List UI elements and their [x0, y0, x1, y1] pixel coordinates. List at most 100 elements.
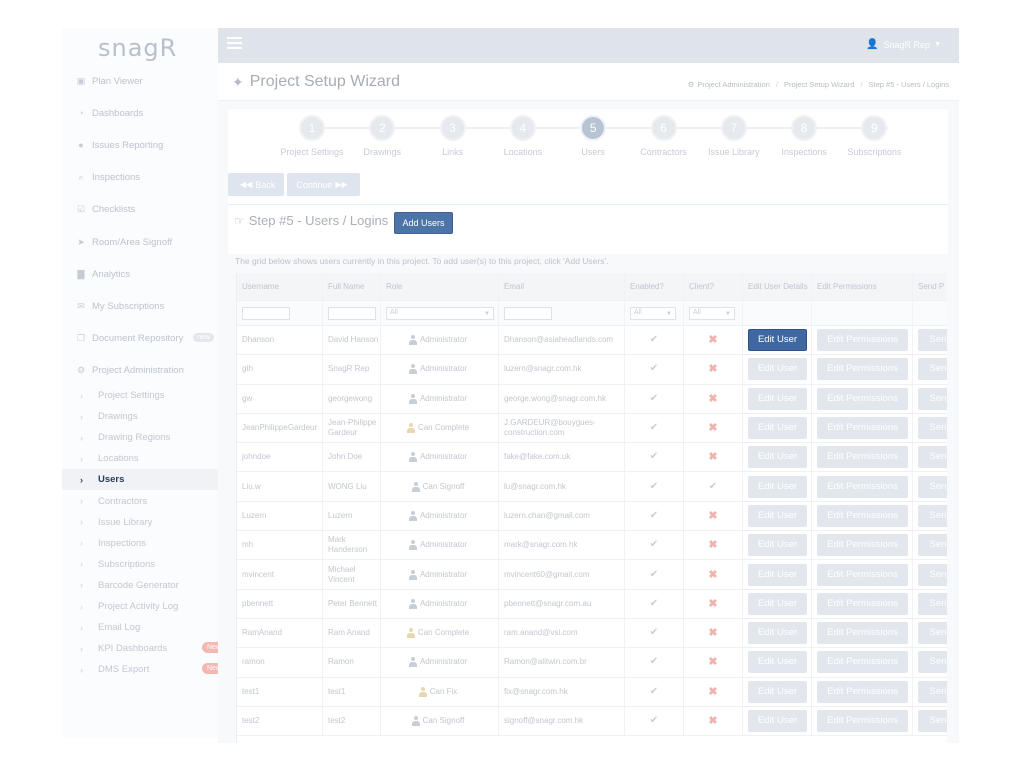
edit-permissions-button[interactable]: Edit Permissions [817, 710, 908, 733]
sidebar-item-issues-reporting[interactable]: ● Issues Reporting [62, 130, 218, 160]
sidebar-item-room-area-signoff[interactable]: ➤ Room/Area Signoff [62, 227, 218, 257]
user-menu[interactable]: 👤 SnagR Rep ▼ [866, 39, 941, 50]
column-header[interactable]: Send P [918, 282, 944, 292]
cross-icon: ✖ [708, 539, 718, 552]
send-password-button[interactable]: Sen [918, 387, 947, 410]
send-password-button[interactable]: Sen [918, 446, 947, 469]
sidebar-subitem-issue-library[interactable]: › Issue Library [62, 512, 218, 533]
sidebar-item-document-repository[interactable]: ❐ Document Repository new [62, 324, 218, 354]
checkbox-icon: ☑ [76, 204, 86, 215]
continue-button[interactable]: Continue ▶▶ [287, 173, 360, 196]
edit-permissions-button[interactable]: Edit Permissions [817, 680, 908, 703]
edit-user-button[interactable]: Edit User [748, 329, 807, 352]
column-header[interactable]: Role [386, 282, 402, 292]
sidebar-subitem-locations[interactable]: › Locations [62, 448, 218, 469]
sidebar-item-my-subscriptions[interactable]: ✉ My Subscriptions [62, 291, 218, 321]
sidebar-subitem-drawings[interactable]: › Drawings [62, 406, 218, 427]
chevron-right-icon: › [80, 601, 83, 612]
edit-user-button[interactable]: Edit User [748, 504, 807, 527]
rewind-icon: ◀◀ [240, 180, 253, 189]
sidebar-item-plan-viewer[interactable]: ▣ Plan Viewer [62, 66, 218, 96]
edit-user-button[interactable]: Edit User [748, 592, 807, 615]
user-role-icon [408, 335, 417, 346]
send-password-button[interactable]: Sen [918, 358, 947, 381]
edit-permissions-button[interactable]: Edit Permissions [817, 534, 908, 557]
send-password-button[interactable]: Sen [918, 651, 947, 674]
sidebar-subitem-subscriptions[interactable]: › Subscriptions [62, 554, 218, 575]
edit-permissions-button[interactable]: Edit Permissions [817, 446, 908, 469]
send-password-button[interactable]: Sen [918, 534, 947, 557]
email-filter-input[interactable] [504, 306, 552, 320]
edit-permissions-button[interactable]: Edit Permissions [817, 329, 908, 352]
column-header[interactable]: Username [242, 282, 279, 292]
sidebar-item-checklists[interactable]: ☑ Checklists [62, 195, 218, 225]
app-logo[interactable]: snagR [98, 34, 177, 62]
sidebar-item-dashboards[interactable]: ◔ Dashboards [62, 98, 218, 128]
sidebar-item-label: Issues Reporting [92, 139, 164, 151]
column-header[interactable]: Client? [689, 282, 714, 292]
wizard-step-9[interactable]: 9 Subscriptions [829, 115, 919, 157]
edit-permissions-button[interactable]: Edit Permissions [817, 592, 908, 615]
sidebar-subitem-project-activity-log[interactable]: › Project Activity Log [62, 596, 218, 617]
send-password-button[interactable]: Sen [918, 680, 947, 703]
back-button[interactable]: ◀◀ Back [228, 173, 285, 196]
sidebar-subitem-kpi-dashboards[interactable]: › KPI Dashboards New [62, 638, 218, 659]
sidebar-subitem-users[interactable]: › Users [62, 469, 218, 491]
edit-permissions-button[interactable]: Edit Permissions [817, 475, 908, 498]
hamburger-menu-icon[interactable] [227, 37, 242, 53]
fullname-cell: Peter Bennett [328, 598, 377, 608]
edit-user-button[interactable]: Edit User [748, 358, 807, 381]
edit-user-button[interactable]: Edit User [748, 680, 807, 703]
sidebar-subitem-dms-export[interactable]: › DMS Export New [62, 659, 218, 680]
edit-permissions-button[interactable]: Edit Permissions [817, 417, 908, 440]
enabled-filter-select[interactable]: All ▼ [630, 306, 676, 320]
client-filter-select[interactable]: All ▼ [689, 306, 735, 320]
send-password-button[interactable]: Sen [918, 622, 947, 645]
sidebar-subitem-drawing-regions[interactable]: › Drawing Regions [62, 427, 218, 448]
edit-user-button[interactable]: Edit User [748, 417, 807, 440]
edit-user-button[interactable]: Edit User [748, 622, 807, 645]
send-password-button[interactable]: Sen [918, 417, 947, 440]
add-users-button[interactable]: Add Users [394, 212, 453, 234]
send-password-button[interactable]: Sen [918, 710, 947, 733]
username-filter-input[interactable] [242, 306, 290, 320]
sidebar-item-inspections[interactable]: ⌕ Inspections [62, 163, 218, 193]
edit-permissions-button[interactable]: Edit Permissions [817, 358, 908, 381]
edit-permissions-button[interactable]: Edit Permissions [817, 622, 908, 645]
edit-permissions-button[interactable]: Edit Permissions [817, 504, 908, 527]
chevron-right-icon: › [80, 517, 83, 528]
edit-permissions-button[interactable]: Edit Permissions [817, 563, 908, 586]
send-password-button[interactable]: Sen [918, 329, 947, 352]
edit-user-button[interactable]: Edit User [748, 475, 807, 498]
breadcrumb-item-wizard[interactable]: Project Setup Wizard [784, 80, 854, 89]
edit-user-button[interactable]: Edit User [748, 446, 807, 469]
edit-user-button[interactable]: Edit User [748, 534, 807, 557]
edit-user-button[interactable]: Edit User [748, 563, 807, 586]
sidebar-subitem-project-settings[interactable]: › Project Settings [62, 385, 218, 406]
sidebar-subitem-contractors[interactable]: › Contractors [62, 491, 218, 512]
column-header[interactable]: Enabled? [630, 282, 664, 292]
edit-user-button[interactable]: Edit User [748, 387, 807, 410]
send-password-button[interactable]: Sen [918, 592, 947, 615]
sidebar-subitem-inspections[interactable]: › Inspections [62, 533, 218, 554]
column-header[interactable]: Edit User Details [748, 282, 808, 292]
column-header[interactable]: Full Name [328, 282, 364, 292]
edit-permissions-button[interactable]: Edit Permissions [817, 387, 908, 410]
send-password-button[interactable]: Sen [918, 475, 947, 498]
breadcrumb-item-project-admin[interactable]: Project Administration [697, 80, 770, 89]
sidebar-item-analytics[interactable]: ▇ Analytics [62, 259, 218, 289]
send-password-button[interactable]: Sen [918, 504, 947, 527]
fullname-filter-input[interactable] [328, 306, 376, 320]
edit-permissions-button[interactable]: Edit Permissions [817, 651, 908, 674]
send-password-button[interactable]: Sen [918, 563, 947, 586]
edit-user-button[interactable]: Edit User [748, 710, 807, 733]
sidebar-item-label: My Subscriptions [92, 300, 165, 312]
role-filter-select[interactable]: All ▼ [386, 306, 494, 320]
sidebar-item-project-administration[interactable]: ⚙ Project Administration [62, 356, 218, 386]
column-header[interactable]: Edit Permissions [817, 282, 877, 292]
sidebar-subitem-barcode-generator[interactable]: › Barcode Generator [62, 575, 218, 596]
sidebar-subitem-email-log[interactable]: › Email Log [62, 617, 218, 638]
edit-user-button[interactable]: Edit User [748, 651, 807, 674]
table-row: Luzern Luzern Administrator luzern.chan@gma… [237, 501, 947, 532]
column-header[interactable]: Email [504, 282, 524, 292]
